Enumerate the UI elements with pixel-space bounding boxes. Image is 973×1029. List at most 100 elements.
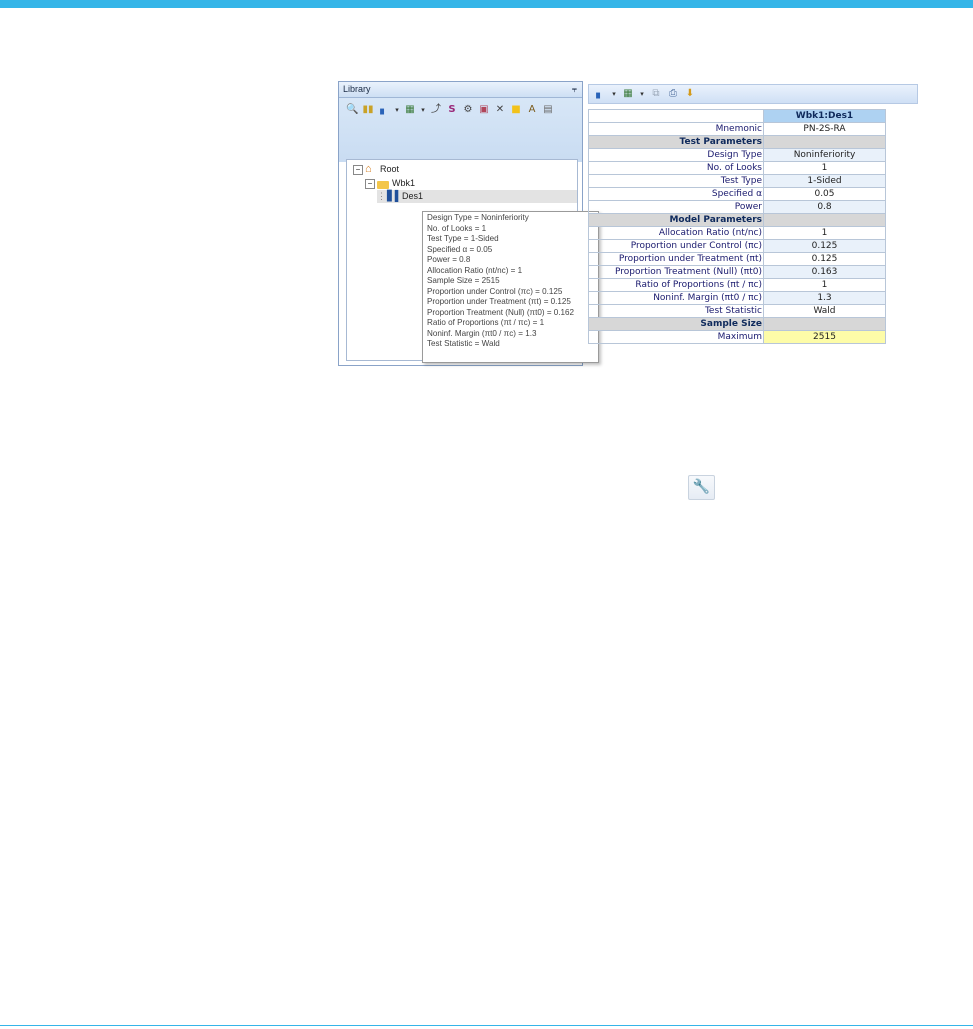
tooltip-line: Test Statistic = Wald xyxy=(427,339,500,348)
table-dropdown-icon[interactable]: ▾ xyxy=(639,88,645,100)
table-icon[interactable]: ▦ xyxy=(404,104,416,116)
gears-icon[interactable]: ⚙ xyxy=(462,104,474,116)
table-row: No. of Looks 1 xyxy=(588,161,886,175)
row-label: Test Parameters xyxy=(588,135,764,149)
bottom-rule xyxy=(0,1025,973,1026)
results-header-row: Wbk1:Des1 xyxy=(588,109,886,123)
table-row: Design Type Noninferiority xyxy=(588,148,886,162)
table-row: Proportion under Treatment (πt) 0.125 xyxy=(588,252,886,266)
tooltip-line: Design Type = Noninferiority xyxy=(427,213,529,222)
tooltip-line: Proportion under Treatment (πt) = 0.125 xyxy=(427,297,571,306)
chart-dropdown-icon[interactable]: ▾ xyxy=(394,104,400,116)
results-toolbar: ▖ ▾ ▦ ▾ ⧉ ⎙ ⬇ xyxy=(588,84,918,104)
disk-icon[interactable]: ▤ xyxy=(542,104,554,116)
row-value[interactable]: Noninferiority xyxy=(763,148,886,162)
s-icon[interactable]: S xyxy=(446,104,458,116)
design-tooltip: Design Type = Noninferiority No. of Look… xyxy=(422,211,599,363)
collapse-toggle-icon[interactable]: − xyxy=(365,178,375,189)
tooltip-line: Test Type = 1-Sided xyxy=(427,234,499,243)
column-header[interactable]: Wbk1:Des1 xyxy=(763,109,886,123)
row-value[interactable]: 0.8 xyxy=(763,200,886,214)
print-icon[interactable]: ⎙ xyxy=(667,88,679,100)
row-value[interactable]: Wald xyxy=(763,304,886,318)
text-edit-icon[interactable]: A xyxy=(526,104,538,116)
row-label: Design Type xyxy=(588,148,764,162)
tooltip-line: Ratio of Proportions (πt / πc) = 1 xyxy=(427,318,545,327)
magnifier-icon[interactable]: 🔍 xyxy=(346,104,358,116)
tooltip-line: Proportion Treatment (Null) (πt0) = 0.16… xyxy=(427,307,575,317)
home-icon: ⌂ xyxy=(365,163,372,176)
row-value[interactable]: 1 xyxy=(763,278,886,292)
table-row: Test Type 1-Sided xyxy=(588,174,886,188)
row-value[interactable]: 0.125 xyxy=(763,239,886,253)
row-value[interactable] xyxy=(763,317,886,331)
row-label: Ratio of Proportions (πt / πc) xyxy=(588,278,764,292)
chart-icon[interactable]: ▖ xyxy=(594,88,606,100)
row-label: Proportion under Treatment (πt) xyxy=(588,252,764,266)
chart-dropdown-icon[interactable]: ▾ xyxy=(611,88,617,100)
save-icon[interactable]: ▣ xyxy=(478,104,490,116)
wrench-icon[interactable]: 🔧 xyxy=(688,475,715,500)
row-value[interactable]: 1 xyxy=(763,161,886,175)
tooltip-line: Proportion under Control (πc) = 0.125 xyxy=(427,286,563,296)
folder-icon xyxy=(377,180,389,189)
bar-chart-icon: ▋▌ xyxy=(387,191,402,203)
row-label: Specified α xyxy=(588,187,764,201)
table-dropdown-icon[interactable]: ▾ xyxy=(420,104,426,116)
table-row: Proportion under Control (πc) 0.125 xyxy=(588,239,886,253)
pin-icon[interactable]: ⫧ xyxy=(572,82,577,97)
row-value[interactable] xyxy=(763,135,886,149)
row-label: Power xyxy=(588,200,764,214)
tree-node-design-label: Des1 xyxy=(402,191,424,201)
tree-node-workbook[interactable]: − Wbk1 xyxy=(365,177,415,190)
row-label: Mnemonic xyxy=(588,122,764,136)
row-label: Proportion Treatment (Null) (πt0) xyxy=(588,265,764,279)
table-icon[interactable]: ▦ xyxy=(622,88,634,100)
tree-node-root[interactable]: − ⌂ Root xyxy=(353,163,399,176)
tree-node-design[interactable]: ⋮▋▌Des1 xyxy=(377,190,577,203)
tooltip-line: Allocation Ratio (nt/nc) = 1 xyxy=(427,265,523,275)
row-value[interactable]: 1 xyxy=(763,226,886,240)
tooltip-line: Sample Size = 2515 xyxy=(427,276,500,285)
row-value[interactable]: 2515 xyxy=(763,330,886,344)
row-value[interactable]: 0.125 xyxy=(763,252,886,266)
section-header-row: Model Parameters xyxy=(588,213,886,227)
chart-icon[interactable]: ▖ xyxy=(378,104,390,116)
tree-connector: ⋮ xyxy=(377,191,386,201)
table-row: Specified α 0.05 xyxy=(588,187,886,201)
library-title: Library xyxy=(343,84,371,94)
tooltip-line: Noninf. Margin (πt0 / πc) = 1.3 xyxy=(427,328,537,338)
table-row: Noninf. Margin (πt0 / πc) 1.3 xyxy=(588,291,886,305)
copy-icon[interactable]: ⧉ xyxy=(650,88,662,100)
row-label: Proportion under Control (πc) xyxy=(588,239,764,253)
row-label: Allocation Ratio (nt/nc) xyxy=(588,226,764,240)
note-icon[interactable]: ■ xyxy=(510,104,522,116)
delete-icon[interactable]: ✕ xyxy=(494,104,506,116)
row-label: Maximum xyxy=(588,330,764,344)
header-corner xyxy=(588,109,764,123)
row-value[interactable]: 1-Sided xyxy=(763,174,886,188)
table-row: Power 0.8 xyxy=(588,200,886,214)
row-label: Test Type xyxy=(588,174,764,188)
row-label: No. of Looks xyxy=(588,161,764,175)
table-row: Maximum 2515 xyxy=(588,330,886,344)
collapse-toggle-icon[interactable]: − xyxy=(353,164,363,175)
export-icon[interactable]: ⬇ xyxy=(684,88,696,100)
library-toolbar: 🔍 ▮▮ ▖ ▾ ▦ ▾ ⤴ S ⚙ ▣ ✕ ■ A ▤ xyxy=(346,104,578,148)
tooltip-line: No. of Looks = 1 xyxy=(427,223,487,233)
row-value[interactable]: 0.05 xyxy=(763,187,886,201)
table-row: Ratio of Proportions (πt / πc) 1 xyxy=(588,278,886,292)
wand-icon[interactable]: ⤴ xyxy=(430,104,442,116)
row-value[interactable] xyxy=(763,213,886,227)
top-accent-bar xyxy=(0,0,973,8)
section-header-row: Sample Size xyxy=(588,317,886,331)
tree-node-root-label: Root xyxy=(380,164,400,174)
row-value[interactable]: PN-2S-RA xyxy=(763,122,886,136)
columns-icon[interactable]: ▮▮ xyxy=(362,104,374,116)
row-value[interactable]: 1.3 xyxy=(763,291,886,305)
table-row: Test Statistic Wald xyxy=(588,304,886,318)
library-title-bar: Library ⫧ xyxy=(339,82,582,98)
results-table: Wbk1:Des1 Mnemonic PN-2S-RA Test Parameters… xyxy=(588,109,886,344)
row-value[interactable]: 0.163 xyxy=(763,265,886,279)
table-row: Allocation Ratio (nt/nc) 1 xyxy=(588,226,886,240)
